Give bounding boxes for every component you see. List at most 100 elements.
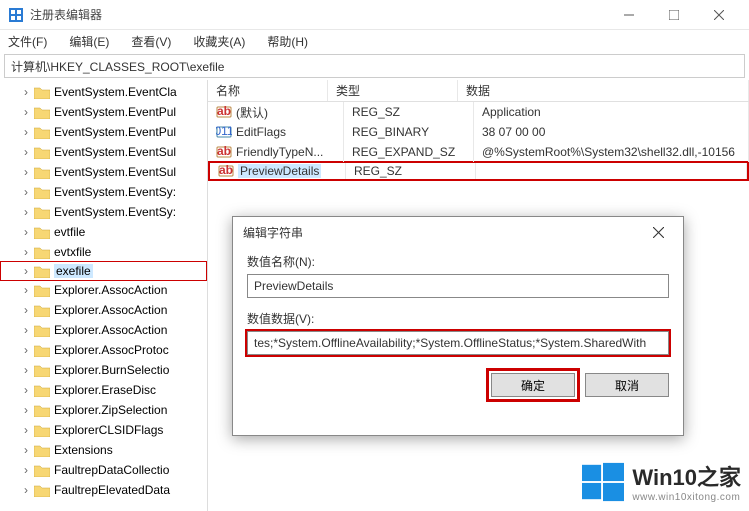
tree-item-label: Explorer.AssocAction <box>54 323 167 337</box>
tree-item[interactable]: › EventSystem.EventPul <box>0 102 207 122</box>
tree-item-label: Explorer.BurnSelectio <box>54 363 169 377</box>
expand-icon[interactable]: › <box>20 225 32 239</box>
maximize-button[interactable] <box>651 0 696 30</box>
tree-item[interactable]: ›evtfile <box>0 222 207 242</box>
tree-item[interactable]: › EventSystem.EventSy: <box>0 202 207 222</box>
value-data-label: 数值数据(V): <box>247 310 669 327</box>
cell-type: REG_BINARY <box>344 122 474 142</box>
expand-icon[interactable]: › <box>20 303 32 317</box>
tree-item-label: EventSystem.EventPul <box>54 105 176 119</box>
tree-item[interactable]: › EventSystem.EventSul <box>0 162 207 182</box>
close-button[interactable] <box>696 0 741 30</box>
tree-item[interactable]: › FaultrepElevatedData <box>0 480 207 500</box>
address-bar[interactable]: 计算机\HKEY_CLASSES_ROOT\exefile <box>4 54 745 78</box>
expand-icon[interactable]: › <box>20 185 32 199</box>
menubar: 文件(F) 编辑(E) 查看(V) 收藏夹(A) 帮助(H) <box>0 30 749 52</box>
tree-item[interactable]: › EventSystem.EventCla <box>0 82 207 102</box>
ok-button[interactable]: 确定 <box>491 373 575 397</box>
svg-text:ab: ab <box>217 104 231 118</box>
value-name-input[interactable] <box>247 274 669 298</box>
tree-item-label: EventSystem.EventCla <box>54 85 177 99</box>
expand-icon[interactable]: › <box>20 443 32 457</box>
titlebar: 注册表编辑器 <box>0 0 749 30</box>
dialog-titlebar: 编辑字符串 <box>233 217 683 247</box>
cell-name: EditFlags <box>236 125 286 139</box>
tree-item-label: Explorer.EraseDisc <box>54 383 156 397</box>
menu-favorites[interactable]: 收藏夹(A) <box>189 31 249 52</box>
expand-icon[interactable]: › <box>20 343 32 357</box>
tree-item[interactable]: › EventSystem.EventPul <box>0 122 207 142</box>
menu-edit[interactable]: 编辑(E) <box>65 31 113 52</box>
tree-item[interactable]: › FaultrepDataCollectio <box>0 460 207 480</box>
tree-item-label: exefile <box>54 264 93 278</box>
expand-icon[interactable]: › <box>20 423 32 437</box>
svg-text:ab: ab <box>217 144 231 158</box>
col-type[interactable]: 类型 <box>328 80 458 101</box>
tree-item[interactable]: ›evtxfile <box>0 242 207 262</box>
dialog-body: 数值名称(N): 数值数据(V): 确定 取消 <box>233 247 683 403</box>
dialog-close-button[interactable] <box>643 217 673 247</box>
tree-item[interactable]: ›Explorer.ZipSelection <box>0 400 207 420</box>
tree-item[interactable]: ›Explorer.AssocAction <box>0 280 207 300</box>
tree-item[interactable]: › Explorer.AssocAction <box>0 320 207 340</box>
cell-name: PreviewDetails <box>238 164 321 178</box>
expand-icon[interactable]: › <box>20 85 32 99</box>
menu-view[interactable]: 查看(V) <box>127 31 175 52</box>
col-data[interactable]: 数据 <box>458 80 749 101</box>
list-row[interactable]: abPreviewDetailsREG_SZ <box>208 161 749 181</box>
cell-data: 38 07 00 00 <box>474 122 749 142</box>
expand-icon[interactable]: › <box>20 403 32 417</box>
tree-item[interactable]: › Explorer.AssocProtoc <box>0 340 207 360</box>
expand-icon[interactable]: › <box>20 245 32 259</box>
dialog-title: 编辑字符串 <box>243 224 643 241</box>
tree-item-label: FaultrepDataCollectio <box>54 463 169 477</box>
cell-data: Application <box>474 102 749 122</box>
tree-item[interactable]: › Extensions <box>0 440 207 460</box>
tree-item[interactable]: ›EventSystem.EventSul <box>0 142 207 162</box>
tree-item-label: EventSystem.EventPul <box>54 125 176 139</box>
value-data-input[interactable] <box>247 331 669 355</box>
cell-name: FriendlyTypeN... <box>236 145 323 159</box>
svg-text:011: 011 <box>216 124 232 138</box>
menu-help[interactable]: 帮助(H) <box>263 31 312 52</box>
tree-item-label: ExplorerCLSIDFlags <box>54 423 163 437</box>
expand-icon[interactable]: › <box>20 283 32 297</box>
minimize-button[interactable] <box>606 0 651 30</box>
tree-item[interactable]: ›Explorer.AssocAction <box>0 300 207 320</box>
window-title: 注册表编辑器 <box>30 6 606 23</box>
regedit-icon <box>8 7 24 23</box>
tree-item-label: Extensions <box>54 443 113 457</box>
expand-icon[interactable]: › <box>20 323 32 337</box>
expand-icon[interactable]: › <box>20 383 32 397</box>
cancel-button[interactable]: 取消 <box>585 373 669 397</box>
tree-item-label: Explorer.AssocProtoc <box>54 343 169 357</box>
expand-icon[interactable]: › <box>20 165 32 179</box>
tree-item[interactable]: › exefile <box>0 261 207 281</box>
tree-item[interactable]: › Explorer.BurnSelectio <box>0 360 207 380</box>
expand-icon[interactable]: › <box>20 145 32 159</box>
expand-icon[interactable]: › <box>20 205 32 219</box>
menu-file[interactable]: 文件(F) <box>4 31 51 52</box>
tree-item[interactable]: ›EventSystem.EventSy: <box>0 182 207 202</box>
expand-icon[interactable]: › <box>20 483 32 497</box>
list-row[interactable]: ab(默认)REG_SZApplication <box>208 102 749 122</box>
list-row[interactable]: ab FriendlyTypeN... REG_EXPAND_SZ@%SystemR… <box>208 142 749 162</box>
tree-item[interactable]: › ExplorerCLSIDFlags <box>0 420 207 440</box>
expand-icon[interactable]: › <box>20 105 32 119</box>
watermark: Win10之家 www.win10xitong.com <box>582 460 741 503</box>
expand-icon[interactable]: › <box>20 264 32 278</box>
col-name[interactable]: 名称 <box>208 80 328 101</box>
tree-item-label: EventSystem.EventSul <box>54 165 176 179</box>
cell-data: @%SystemRoot%\System32\shell32.dll,-1015… <box>474 142 749 162</box>
expand-icon[interactable]: › <box>20 125 32 139</box>
windows-logo-icon <box>582 461 624 503</box>
tree-item-label: FaultrepElevatedData <box>54 483 170 497</box>
tree-view[interactable]: › EventSystem.EventCla › EventSystem.EventP… <box>0 80 208 511</box>
expand-icon[interactable]: › <box>20 463 32 477</box>
expand-icon[interactable]: › <box>20 363 32 377</box>
tree-item-label: EventSystem.EventSy: <box>54 205 176 219</box>
tree-item[interactable]: › Explorer.EraseDisc <box>0 380 207 400</box>
list-header: 名称 类型 数据 <box>208 80 749 102</box>
cell-type: REG_EXPAND_SZ <box>344 142 474 162</box>
list-row[interactable]: 011 EditFlags REG_BINARY38 07 00 00 <box>208 122 749 142</box>
